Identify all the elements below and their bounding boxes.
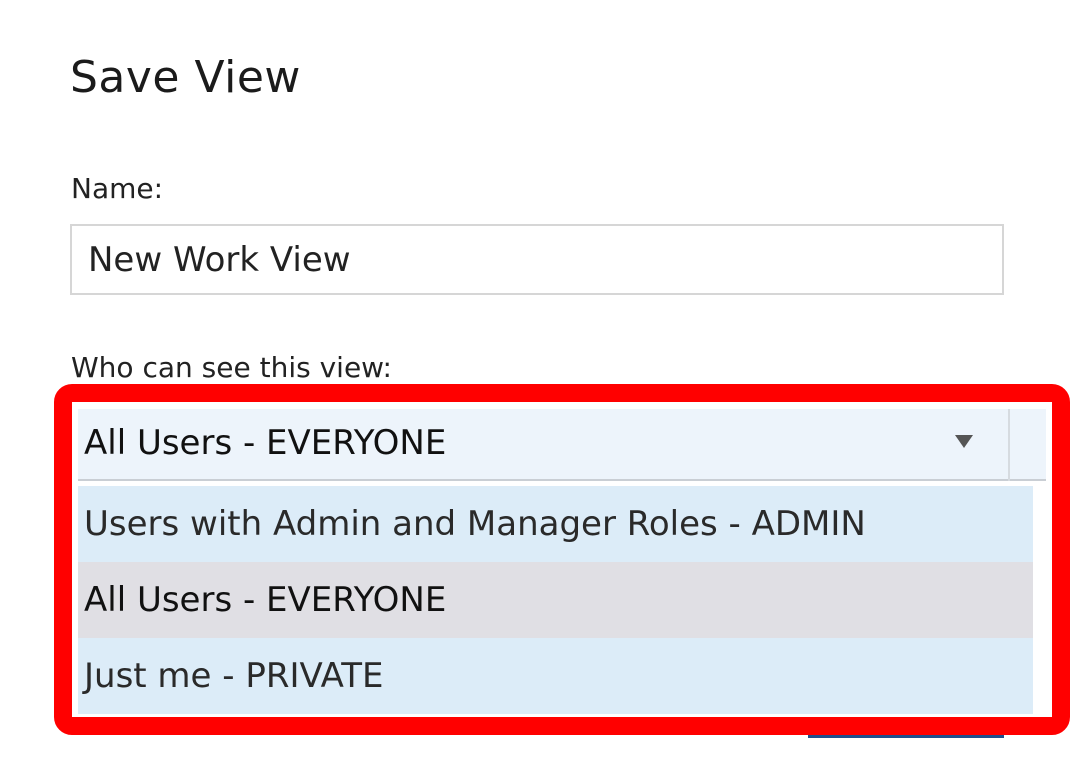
visibility-select-value: All Users - EVERYONE bbox=[84, 423, 447, 463]
dialog-title: Save View bbox=[70, 52, 301, 103]
visibility-select[interactable]: All Users - EVERYONE bbox=[78, 409, 1046, 481]
option-everyone[interactable]: All Users - EVERYONE bbox=[78, 562, 1033, 638]
visibility-label: Who can see this view: bbox=[71, 351, 392, 384]
name-label: Name: bbox=[71, 172, 164, 205]
select-divider bbox=[1008, 409, 1010, 481]
save-button-edge[interactable] bbox=[808, 724, 1004, 738]
option-admin[interactable]: Users with Admin and Manager Roles - ADM… bbox=[78, 486, 1033, 562]
option-private[interactable]: Just me - PRIVATE bbox=[78, 638, 1033, 714]
name-input[interactable] bbox=[70, 224, 1004, 295]
visibility-option-list: Users with Admin and Manager Roles - ADM… bbox=[78, 486, 1033, 714]
dropdown-arrow-icon[interactable] bbox=[955, 435, 973, 448]
